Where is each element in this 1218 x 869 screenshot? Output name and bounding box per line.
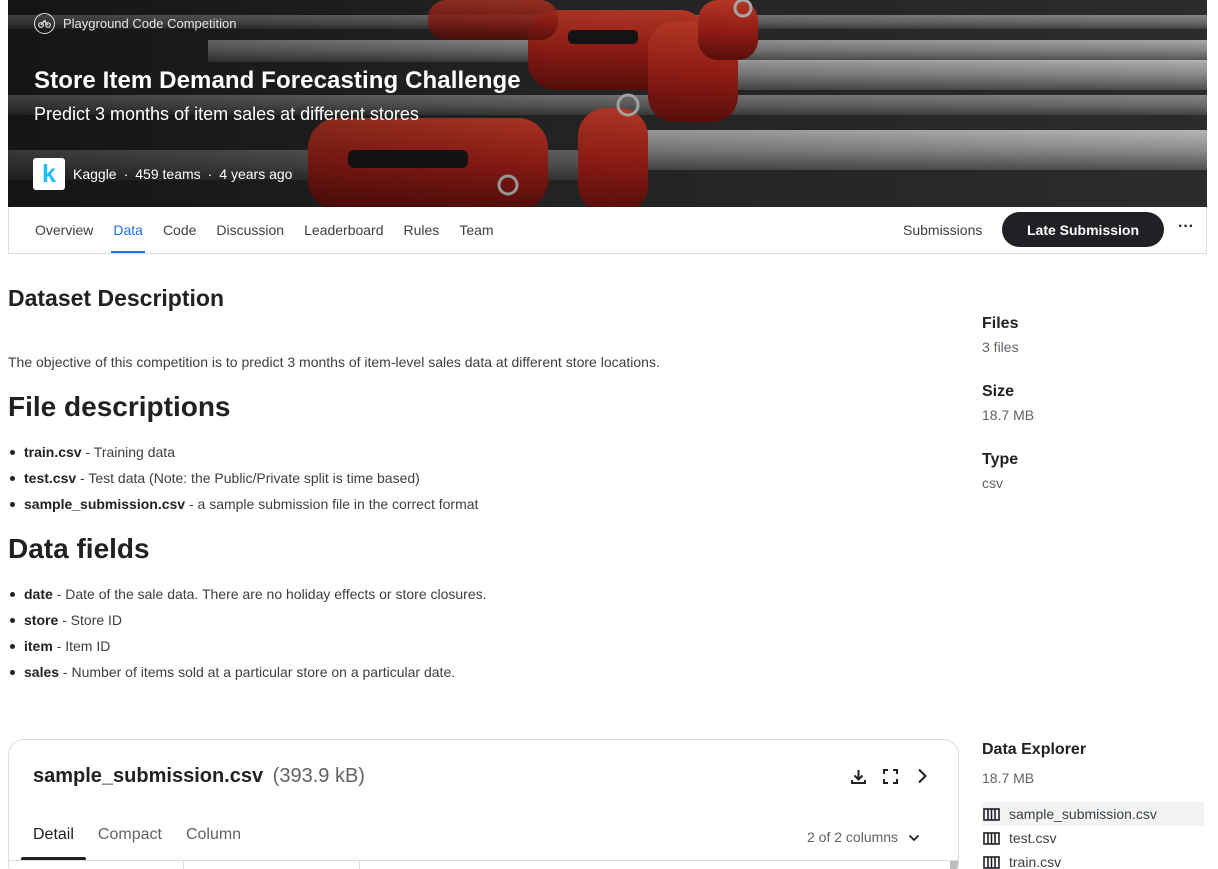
preview-file-size: (393.9 kB) (272, 765, 365, 787)
explorer-file-name: sample_submission.csv (1009, 806, 1157, 822)
table-icon (983, 831, 1000, 845)
list-item: test.csv - Test data (Note: the Public/P… (9, 465, 478, 491)
list-item: date - Date of the sale data. There are … (10, 581, 487, 607)
meta-separator: · (123, 166, 129, 182)
meta-separator: · (207, 166, 213, 182)
competition-title: Store Item Demand Forecasting Challenge (34, 67, 521, 94)
divider (9, 860, 958, 861)
playground-icon (34, 13, 55, 34)
competition-subtitle: Predict 3 months of item sales at differ… (34, 104, 419, 124)
preview-file-name: sample_submission.csv (33, 765, 264, 787)
column-separator (183, 861, 184, 869)
more-options-icon[interactable]: ··· (1175, 218, 1197, 240)
list-item: store - Store ID (10, 607, 487, 633)
download-icon[interactable] (849, 767, 867, 785)
kaggle-logo[interactable]: k (33, 158, 65, 190)
fullscreen-icon[interactable] (881, 767, 899, 785)
size-label: Size (982, 383, 1015, 400)
files-label: Files (982, 315, 1019, 332)
file-descriptions-heading: File descriptions (8, 391, 231, 422)
type-summary: Type csv (982, 451, 1018, 491)
data-fields-heading: Data fields (8, 533, 150, 564)
tab-rules[interactable]: Rules (394, 207, 450, 253)
data-explorer-size: 18.7 MB (982, 770, 1035, 786)
scrollbar[interactable] (950, 861, 958, 869)
column-separator (359, 861, 360, 869)
preview-file-title: sample_submission.csv (393.9 kB) (33, 765, 365, 788)
file-descriptions-list: train.csv - Training data test.csv - Tes… (9, 439, 478, 517)
columns-selector[interactable]: 2 of 2 columns (807, 829, 920, 845)
data-explorer-title: Data Explorer (982, 741, 1087, 758)
team-count[interactable]: 459 teams (135, 166, 200, 182)
tab-data[interactable]: Data (103, 207, 153, 253)
competition-meta: k Kaggle · 459 teams · 4 years ago (33, 158, 292, 190)
competition-type-label: Playground Code Competition (63, 16, 237, 31)
dataset-description: The objective of this competition is to … (8, 354, 660, 370)
columns-count: 2 of 2 columns (807, 829, 899, 845)
list-item: item - Item ID (10, 633, 487, 659)
data-explorer: Data Explorer 18.7 MB sample_submission.… (982, 741, 1204, 869)
page-title: Dataset Description (8, 285, 225, 311)
list-item: sales - Number of items sold at a partic… (10, 659, 487, 685)
chevron-down-icon (908, 829, 920, 845)
data-fields-list: date - Date of the sale data. There are … (10, 581, 487, 685)
competition-age: 4 years ago (219, 166, 293, 182)
files-summary: Files 3 files (982, 315, 1019, 355)
explorer-file-item[interactable]: sample_submission.csv (982, 802, 1204, 826)
table-icon (983, 807, 1000, 821)
file-preview-card: sample_submission.csv (393.9 kB) Detail … (8, 739, 959, 869)
explorer-file-item[interactable]: test.csv (982, 826, 1204, 850)
files-value: 3 files (982, 339, 1019, 355)
explorer-file-item[interactable]: train.csv (982, 850, 1204, 869)
explorer-file-name: train.csv (1009, 854, 1062, 869)
table-icon (983, 855, 1000, 869)
competition-nav: Overview Data Code Discussion Leaderboar… (8, 207, 1207, 254)
submissions-link[interactable]: Submissions (903, 222, 982, 238)
tab-team[interactable]: Team (449, 207, 503, 253)
size-summary: Size 18.7 MB (982, 383, 1034, 423)
tab-column[interactable]: Column (174, 826, 253, 860)
competition-header: Playground Code Competition Store Item D… (8, 0, 1207, 207)
list-item: sample_submission.csv - a sample submiss… (9, 491, 478, 517)
type-value: csv (982, 475, 1003, 491)
explorer-file-name: test.csv (1009, 830, 1057, 846)
tab-leaderboard[interactable]: Leaderboard (294, 207, 393, 253)
host-name[interactable]: Kaggle (73, 166, 117, 182)
list-item: train.csv - Training data (9, 439, 478, 465)
competition-type: Playground Code Competition (34, 13, 236, 34)
tab-detail[interactable]: Detail (21, 826, 86, 860)
size-value: 18.7 MB (982, 407, 1035, 423)
type-label: Type (982, 451, 1019, 468)
tab-code[interactable]: Code (153, 207, 206, 253)
late-submission-button[interactable]: Late Submission (1002, 212, 1164, 247)
tab-overview[interactable]: Overview (25, 207, 103, 253)
tab-compact[interactable]: Compact (86, 826, 174, 860)
tab-discussion[interactable]: Discussion (206, 207, 294, 253)
chevron-right-icon[interactable] (913, 767, 931, 785)
